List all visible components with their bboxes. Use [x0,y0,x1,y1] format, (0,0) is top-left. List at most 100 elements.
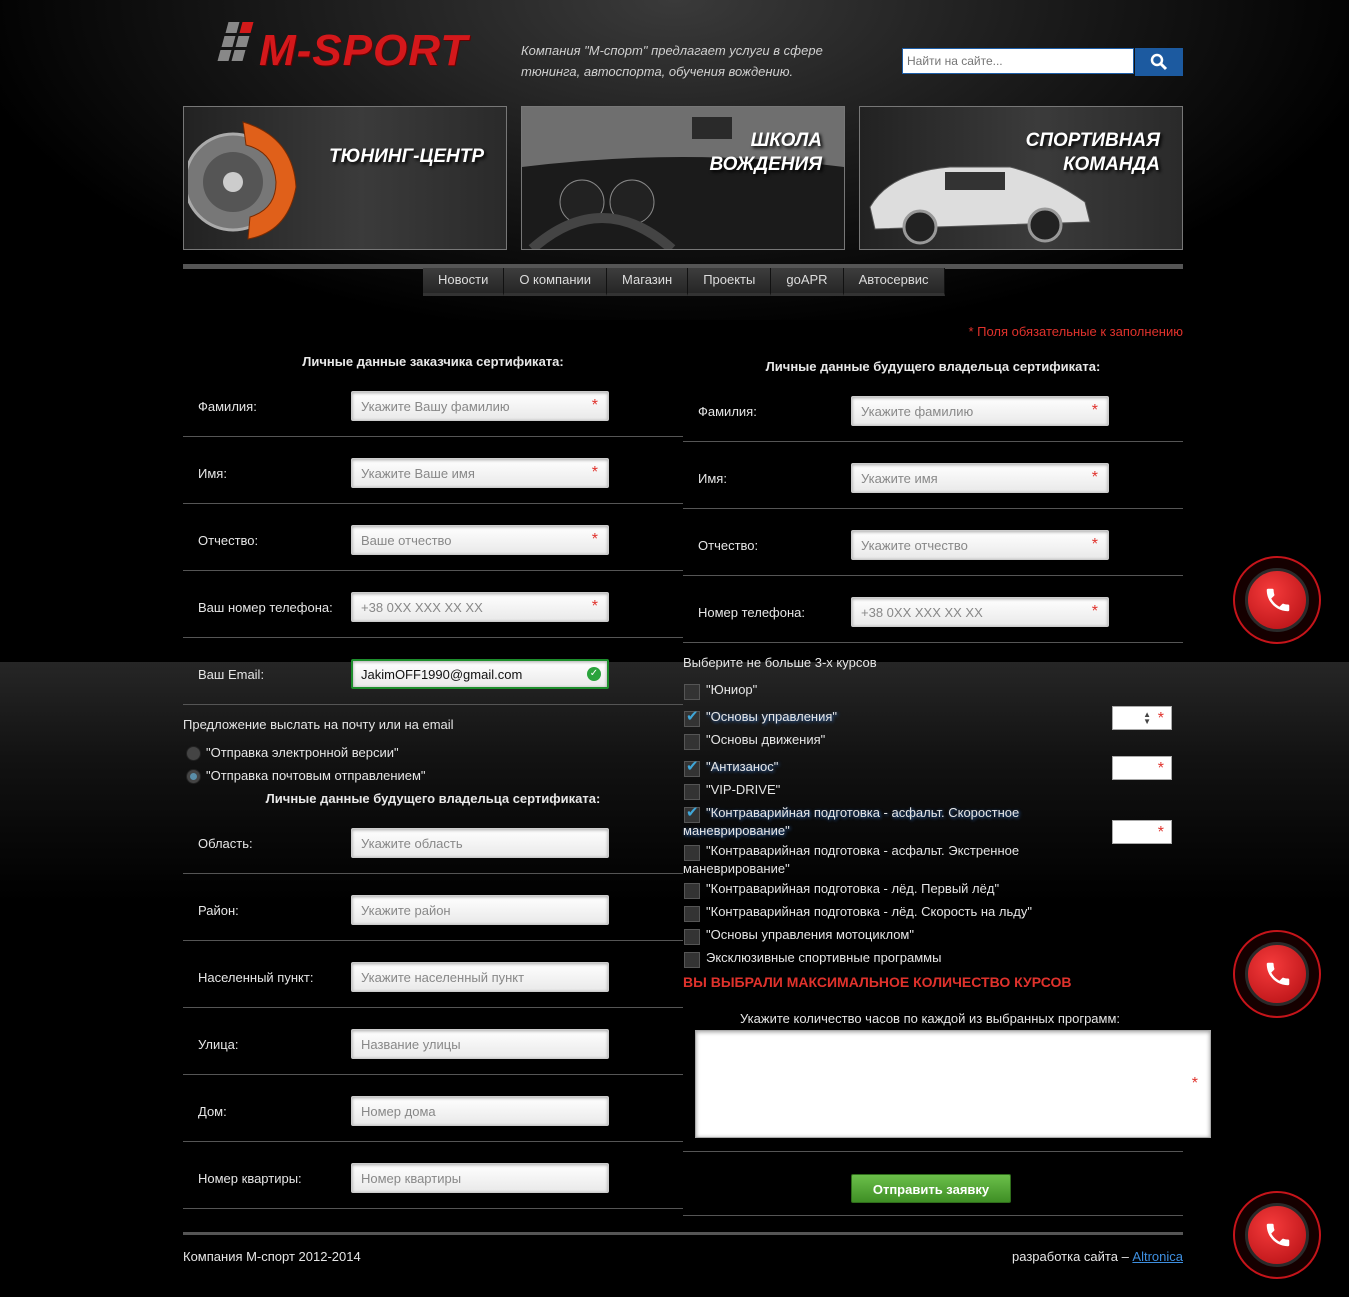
logo-square [221,36,236,47]
banner-title-line1: СПОРТИВНАЯ [1025,130,1160,151]
customer-patronymic-input[interactable]: Ваше отчество * [351,525,609,555]
callback-button[interactable] [1233,930,1321,1018]
district-input[interactable]: Укажите район [351,895,609,925]
callback-button[interactable] [1233,1191,1321,1279]
field-label: Имя: [198,466,227,481]
developer-text: разработка сайта – [1012,1249,1133,1264]
phone-icon [1266,962,1290,986]
course-checkbox[interactable] [684,929,700,945]
course-checkbox[interactable]: ✔ [684,804,700,823]
hours-prompt: Укажите количество часов по каждой из вы… [740,1011,1121,1026]
search-input[interactable] [902,48,1134,74]
address-heading: Личные данные будущего владельца сертифи… [265,791,601,806]
field-label: Номер телефона: [698,605,805,620]
course-checkbox[interactable] [684,845,700,861]
apartment-input[interactable]: Номер квартиры [351,1163,609,1193]
input-placeholder: Номер дома [361,1104,436,1119]
nav-item-about[interactable]: О компании [504,268,608,296]
owner-phone-input[interactable]: +38 0XX XXX XX XX * [851,597,1109,627]
nav-item-service[interactable]: Автосервис [843,268,945,296]
form-row: Отчество: Укажите отчество * [683,508,1183,576]
course-checkbox[interactable] [684,684,700,700]
course-label: "Основы управления" [706,709,838,724]
owner-patronymic-input[interactable]: Укажите отчество * [851,530,1109,560]
logo-square [225,22,240,33]
search-button[interactable] [1135,48,1183,76]
divider [683,1151,1183,1152]
form-row: Область: Укажите область [183,806,683,874]
callback-circle [1245,1203,1309,1267]
customer-email-input[interactable]: JakimOFF1990@gmail.com ✓ [351,659,609,689]
nav-item-goapr[interactable]: goAPR [771,268,844,296]
hours-input[interactable]: * [1112,820,1172,844]
input-placeholder: Укажите район [361,903,451,918]
developer-credit: разработка сайта – Altronica [1012,1249,1183,1264]
owner-firstname-input[interactable]: Укажите имя * [851,463,1109,493]
banner-school[interactable]: ШКОЛА ВОЖДЕНИЯ [521,106,845,250]
logo-square [235,36,250,47]
max-courses-message: ВЫ ВЫБРАЛИ МАКСИМАЛЬНОЕ КОЛИЧЕСТВО КУРСО… [683,974,1072,990]
nav-item-news[interactable]: Новости [423,268,505,296]
customer-lastname-input[interactable]: Укажите Вашу фамилию * [351,391,609,421]
logo[interactable]: M-SPORT [213,18,473,80]
radio-electronic[interactable] [186,746,201,761]
hours-stepper[interactable]: ▲ ▼ * [1112,706,1172,730]
owner-lastname-input[interactable]: Укажите фамилию * [851,396,1109,426]
locality-input[interactable]: Укажите населенный пункт [351,962,609,992]
required-star: * [591,464,598,481]
callback-button[interactable] [1233,556,1321,644]
course-checkbox[interactable] [684,734,700,750]
form-row: Улица: Название улицы [183,1007,683,1075]
input-placeholder: Ваше отчество [361,533,452,548]
course-checkbox[interactable] [684,906,700,922]
banner-tuning[interactable]: ТЮНИНГ-ЦЕНТР [183,106,507,250]
required-star: * [1091,603,1098,620]
form-row: Район: Укажите район [183,873,683,941]
divider [683,1215,1183,1216]
course-label: "Основы управления мотоциклом" [706,927,914,942]
form-row: Населенный пункт: Укажите населенный пун… [183,940,683,1008]
course-checkbox[interactable]: ✔ [684,708,700,727]
radio-post[interactable] [186,769,201,784]
logo-square [231,50,246,61]
course-label: "Контраварийная подготовка - лёд. Скорос… [706,904,1032,919]
input-placeholder: Укажите населенный пункт [361,970,525,985]
customer-phone-input[interactable]: +38 0XX XXX XX XX * [351,592,609,622]
input-placeholder: Укажите отчество [861,538,968,553]
hours-textarea[interactable]: * [695,1030,1211,1138]
customer-firstname-input[interactable]: Укажите Ваше имя * [351,458,609,488]
input-placeholder: +38 0XX XXX XX XX [861,605,983,620]
required-star: * [591,397,598,414]
form-row: Имя: Укажите имя * [683,441,1183,509]
required-star: * [591,531,598,548]
callback-circle [1245,568,1309,632]
course-checkbox[interactable] [684,952,700,968]
region-input[interactable]: Укажите область [351,828,609,858]
hours-input[interactable]: * [1112,756,1172,780]
phone-icon [1266,1223,1290,1247]
house-input[interactable]: Номер дома [351,1096,609,1126]
nav-item-projects[interactable]: Проекты [688,268,772,296]
form-row: Ваш Email: JakimOFF1990@gmail.com ✓ [183,637,683,705]
field-label: Дом: [198,1104,227,1119]
required-star: * [1091,469,1098,486]
nav-item-shop[interactable]: Магазин [607,268,689,296]
course-checkbox[interactable] [684,784,700,800]
brake-disc-image [188,121,297,240]
required-note: * Поля обязательные к заполнению [968,324,1183,339]
street-input[interactable]: Название улицы [351,1029,609,1059]
search-form [902,48,1183,76]
input-placeholder: Укажите Ваше имя [361,466,475,481]
form-row: Фамилия: Укажите Вашу фамилию * [183,369,683,437]
submit-button[interactable]: Отправить заявку [851,1174,1011,1203]
course-checkbox[interactable]: ✔ [684,758,700,777]
banner-title-line2: ВОЖДЕНИЯ [709,154,822,175]
course-checkbox[interactable] [684,883,700,899]
form-row: Фамилия: Укажите фамилию * [683,374,1183,442]
field-label: Область: [198,836,253,851]
form-row: Дом: Номер дома [183,1074,683,1142]
banner-team[interactable]: СПОРТИВНАЯ КОМАНДА [859,106,1183,250]
valid-check-icon: ✓ [587,667,601,681]
developer-link[interactable]: Altronica [1132,1249,1183,1264]
tagline: Компания "М-спорт" предлагает услуги в с… [521,43,823,79]
